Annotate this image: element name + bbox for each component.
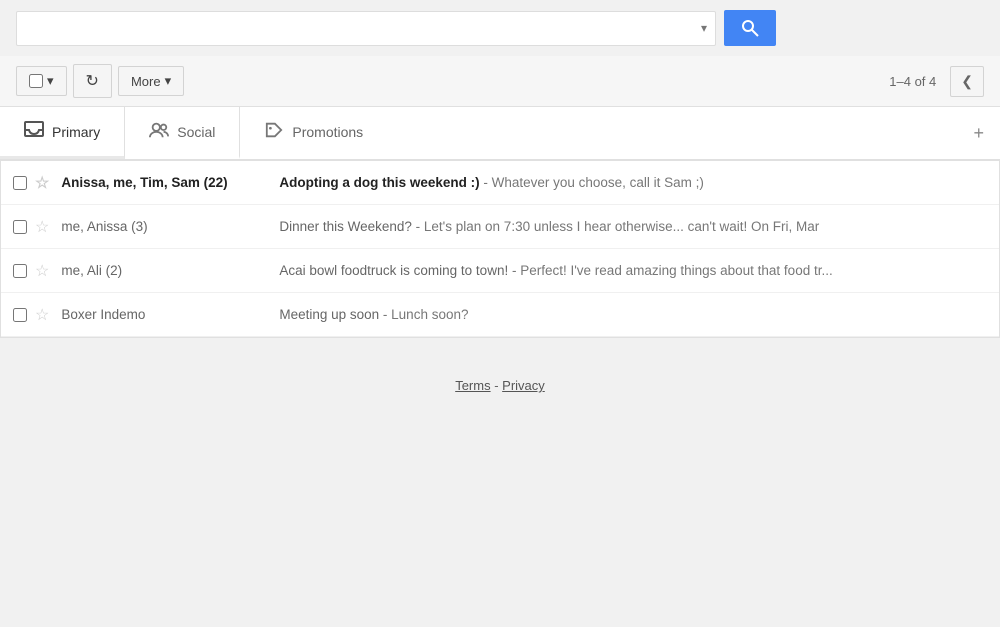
email-subject-text: Adopting a dog this weekend :)	[279, 175, 479, 190]
footer: Terms - Privacy	[0, 338, 1000, 413]
email-row[interactable]: ☆ me, Anissa (3) Dinner this Weekend? - …	[1, 205, 999, 249]
search-dropdown-button[interactable]: ▾	[693, 17, 715, 39]
email-checkbox[interactable]	[13, 176, 27, 190]
tab-social[interactable]: Social	[125, 107, 240, 159]
select-arrow-icon: ▾	[47, 73, 54, 89]
footer-separator: -	[491, 378, 503, 393]
tab-primary[interactable]: Primary	[0, 107, 125, 159]
email-star-cell[interactable]: ☆	[35, 217, 49, 237]
search-bar-row: ▾	[0, 0, 1000, 56]
email-sender: Boxer Indemo	[61, 307, 271, 322]
plus-icon: +	[973, 123, 984, 143]
email-subject: Acai bowl foodtruck is coming to town! -…	[271, 263, 987, 278]
inbox-icon	[24, 121, 44, 142]
tab-promotions[interactable]: Promotions	[240, 107, 387, 159]
terms-link[interactable]: Terms	[455, 378, 490, 393]
people-icon	[149, 121, 169, 142]
select-checkbox-button[interactable]: ▾	[16, 66, 67, 96]
email-preview-text: - Whatever you choose, call it Sam ;)	[480, 175, 704, 190]
email-subject-text: Acai bowl foodtruck is coming to town!	[279, 263, 508, 278]
tabs-row: Primary Social Promotions +	[0, 107, 1000, 160]
prev-icon: ❮	[961, 73, 973, 89]
email-subject: Dinner this Weekend? - Let's plan on 7:3…	[271, 219, 987, 234]
star-icon: ☆	[35, 305, 49, 325]
refresh-button[interactable]: ↻	[73, 64, 112, 98]
tab-promotions-label: Promotions	[292, 124, 363, 140]
star-icon: ☆	[35, 217, 49, 237]
email-subject-text: Dinner this Weekend?	[279, 219, 412, 234]
email-checkbox-cell	[13, 176, 27, 190]
email-row[interactable]: ☆ Anissa, me, Tim, Sam (22) Adopting a d…	[1, 161, 999, 205]
add-tab-button[interactable]: +	[957, 109, 1000, 158]
email-star-cell[interactable]: ☆	[35, 261, 49, 281]
search-button[interactable]	[724, 10, 776, 46]
prev-page-button[interactable]: ❮	[950, 66, 984, 97]
email-subject: Adopting a dog this weekend :) - Whateve…	[271, 175, 987, 190]
toolbar: ▾ ↻ More ▾ 1–4 of 4 ❮	[0, 56, 1000, 107]
email-checkbox[interactable]	[13, 264, 27, 278]
email-checkbox[interactable]	[13, 220, 27, 234]
privacy-link[interactable]: Privacy	[502, 378, 545, 393]
more-arrow-icon: ▾	[165, 73, 172, 89]
email-checkbox-cell	[13, 308, 27, 322]
email-list: ☆ Anissa, me, Tim, Sam (22) Adopting a d…	[0, 160, 1000, 338]
email-row[interactable]: ☆ me, Ali (2) Acai bowl foodtruck is com…	[1, 249, 999, 293]
search-input-wrapper: ▾	[16, 11, 716, 46]
refresh-icon: ↻	[86, 71, 99, 91]
star-icon: ☆	[35, 261, 49, 281]
more-label: More	[131, 74, 161, 89]
email-sender: me, Anissa (3)	[61, 219, 271, 234]
email-subject-text: Meeting up soon	[279, 307, 379, 322]
pagination-info: 1–4 of 4	[889, 74, 936, 89]
email-star-cell[interactable]: ☆	[35, 305, 49, 325]
tab-primary-label: Primary	[52, 124, 100, 140]
email-checkbox-cell	[13, 220, 27, 234]
email-preview-text: - Lunch soon?	[379, 307, 468, 322]
email-subject: Meeting up soon - Lunch soon?	[271, 307, 987, 322]
star-icon: ☆	[35, 173, 49, 193]
email-sender: me, Ali (2)	[61, 263, 271, 278]
select-all-checkbox[interactable]	[29, 74, 43, 88]
email-star-cell[interactable]: ☆	[35, 173, 49, 193]
tab-social-label: Social	[177, 124, 215, 140]
search-icon	[740, 18, 760, 38]
email-checkbox[interactable]	[13, 308, 27, 322]
email-preview-text: - Let's plan on 7:30 unless I hear other…	[412, 219, 819, 234]
email-preview-text: - Perfect! I've read amazing things abou…	[508, 263, 833, 278]
email-checkbox-cell	[13, 264, 27, 278]
search-input[interactable]	[17, 12, 693, 45]
more-button[interactable]: More ▾	[118, 66, 184, 96]
email-row[interactable]: ☆ Boxer Indemo Meeting up soon - Lunch s…	[1, 293, 999, 337]
tag-icon	[264, 121, 284, 142]
email-sender: Anissa, me, Tim, Sam (22)	[61, 175, 271, 190]
